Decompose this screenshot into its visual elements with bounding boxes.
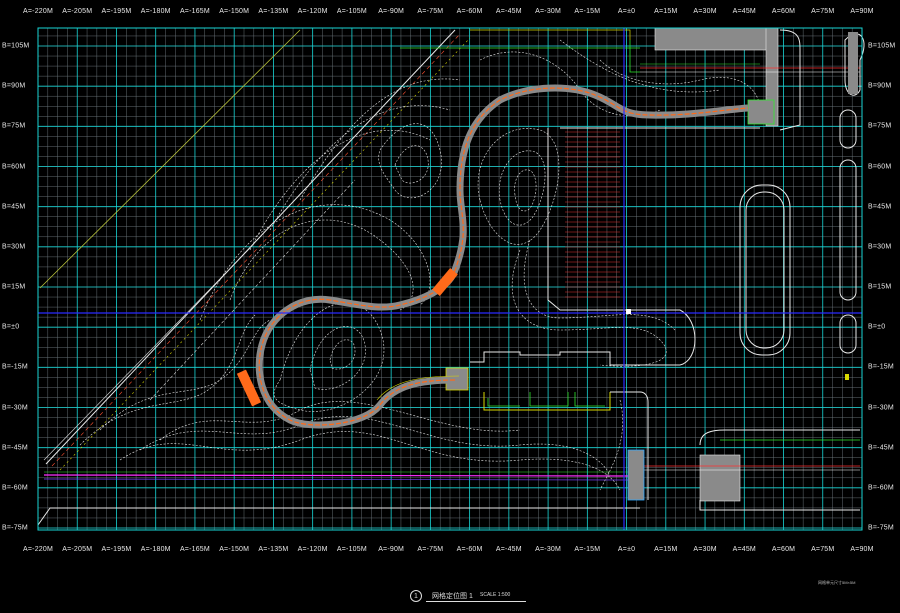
right-axis-label: B=-75M bbox=[868, 524, 894, 532]
top-axis-label: A=-165M bbox=[179, 8, 210, 15]
top-axis-label: A=-135M bbox=[258, 8, 289, 15]
bottom-axis-label: A=90M bbox=[850, 546, 874, 553]
top-axis-label: A=30M bbox=[693, 8, 717, 15]
winding-path bbox=[236, 84, 749, 429]
top-axis-label: A=-90M bbox=[378, 8, 405, 15]
left-axis-label: B=75M bbox=[2, 122, 26, 130]
top-axis-label: A=75M bbox=[811, 8, 835, 15]
right-axis-label: B=45M bbox=[868, 203, 892, 211]
top-axis-label: A=-195M bbox=[101, 8, 132, 15]
right-axis-label: B=-45M bbox=[868, 444, 894, 452]
bottom-axis-label: A=45M bbox=[732, 546, 756, 553]
bottom-axis-label: A=-165M bbox=[179, 546, 210, 553]
drawing-note: 网格单元尺寸5M×5M bbox=[818, 580, 856, 585]
bottom-axis-label: A=-30M bbox=[535, 546, 562, 553]
right-axis-label: B=15M bbox=[868, 283, 892, 291]
top-axis-label: A=-75M bbox=[417, 8, 444, 15]
right-axis-label: B=60M bbox=[868, 163, 892, 170]
top-axis-label: A=90M bbox=[850, 8, 874, 15]
bottom-axis-label: A=-180M bbox=[140, 546, 171, 553]
right-axis-label: B=-15M bbox=[868, 363, 894, 371]
left-axis-label: B=30M bbox=[2, 243, 26, 251]
top-axis-label: A=-60M bbox=[456, 8, 483, 15]
left-axis-label: B=45M bbox=[2, 203, 26, 211]
right-axis-label: B=105M bbox=[868, 42, 896, 50]
left-axis-label: B=105M bbox=[2, 42, 30, 50]
contour-lines bbox=[79, 39, 761, 491]
top-axis-label: A=-120M bbox=[297, 8, 328, 15]
title-number: 1 bbox=[410, 590, 422, 602]
bottom-axis-label: A=-90M bbox=[378, 546, 405, 553]
drawing-scale: SCALE 1:500 bbox=[480, 592, 511, 598]
drawing-title: 网格定位图 1 bbox=[432, 593, 473, 600]
bottom-axis-label: A=30M bbox=[693, 546, 717, 553]
top-axis-label: A=±0 bbox=[617, 8, 636, 15]
bottom-axis-label: A=-75M bbox=[417, 546, 444, 553]
left-axis-label: B=-45M bbox=[2, 444, 28, 452]
title-underline bbox=[426, 601, 526, 602]
right-axis-label: B=-30M bbox=[868, 404, 894, 411]
right-axis-label: B=-60M bbox=[868, 484, 894, 492]
bottom-axis-label: A=60M bbox=[771, 546, 796, 553]
right-axis-label: B=90M bbox=[868, 82, 892, 90]
right-axis-label: B=75M bbox=[868, 122, 892, 130]
top-axis-label: A=-150M bbox=[219, 8, 250, 15]
left-axis-label: B=60M bbox=[2, 163, 26, 170]
bottom-axis-label: A=-220M bbox=[23, 546, 53, 553]
pill-planters bbox=[739, 109, 857, 356]
top-axis-label: A=-205M bbox=[62, 8, 93, 15]
left-axis-label: B=90M bbox=[2, 82, 26, 90]
top-axis-label: A=-220M bbox=[23, 8, 53, 15]
bottom-axis-label: A=-150M bbox=[219, 546, 250, 553]
right-axis-label: B=±0 bbox=[868, 323, 886, 331]
left-axis-label: B=15M bbox=[2, 283, 26, 291]
left-axis-label: B=-60M bbox=[2, 484, 28, 492]
bottom-axis-label: A=-120M bbox=[297, 546, 328, 553]
top-axis-label: A=-180M bbox=[140, 8, 171, 15]
top-axis-label: A=-30M bbox=[535, 8, 562, 15]
bottom-axis-label: A=-45M bbox=[495, 546, 522, 553]
left-axis-label: B=-30M bbox=[2, 404, 28, 411]
bottom-axis-label: A=-135M bbox=[258, 546, 289, 553]
site-boundary bbox=[37, 29, 640, 526]
left-axis-label: B=-15M bbox=[2, 363, 28, 371]
top-axis-label: A=-105M bbox=[336, 8, 367, 15]
right-axis-label: B=30M bbox=[868, 243, 892, 251]
top-axis-label: A=-15M bbox=[574, 8, 601, 15]
bottom-axis-label: A=15M bbox=[654, 546, 678, 553]
top-axis-label: A=45M bbox=[732, 8, 756, 15]
bottom-axis-label: A=75M bbox=[811, 546, 835, 553]
site-plan-drawing bbox=[37, 27, 865, 531]
top-axis-label: A=15M bbox=[654, 8, 678, 15]
left-axis-label: B=-75M bbox=[2, 524, 28, 532]
bottom-axis-label: A=-195M bbox=[101, 546, 132, 553]
bottom-axis-label: A=-205M bbox=[62, 546, 93, 553]
hatched-field bbox=[565, 131, 620, 298]
left-axis-label: B=±0 bbox=[2, 323, 20, 331]
bottom-axis-label: A=±0 bbox=[617, 546, 636, 553]
top-axis-label: A=-45M bbox=[495, 8, 522, 15]
bottom-axis-label: A=-105M bbox=[336, 546, 367, 553]
bottom-axis-label: A=-60M bbox=[456, 546, 483, 553]
top-axis-label: A=60M bbox=[771, 8, 796, 15]
bottom-axis-label: A=-15M bbox=[574, 546, 601, 553]
